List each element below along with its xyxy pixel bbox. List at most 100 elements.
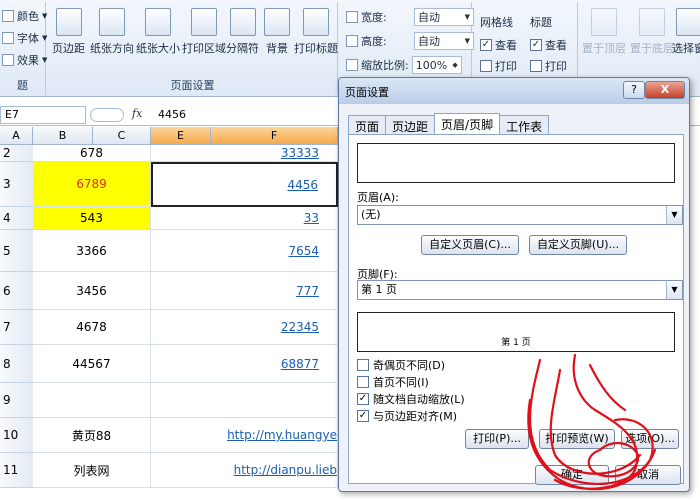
cell-b[interactable]: 6789 [33,162,151,207]
themes-group: 颜色 ▼ 字体 ▼ 效果 ▼ 题 [0,2,47,95]
print-preview-button[interactable]: 打印预览(W) [539,429,615,449]
gridlines-view-checkbox[interactable]: ✓ 查看 [480,37,517,53]
close-button[interactable]: X [645,81,685,99]
row-header[interactable]: 6 [0,272,33,310]
cell-link[interactable]: 33 [151,207,338,230]
option-checkbox[interactable]: ✓ 与页边距对齐(M) [357,408,457,424]
row-header[interactable]: 7 [0,310,33,345]
header-preview [357,143,675,183]
cell-b[interactable]: 678 [33,145,151,162]
column-header-f[interactable]: F [211,127,338,145]
header-dropdown[interactable]: (无) ▼ [357,205,683,225]
fx-icon[interactable]: fx [132,107,142,120]
custom-header-button[interactable]: 自定义页眉(C)... [421,235,519,255]
send-backward-button[interactable]: 置于底层 [630,8,674,56]
column-header-b[interactable]: B [33,127,93,145]
background-icon [264,8,290,36]
print-area-icon [191,8,217,36]
cell-link[interactable]: 7654 [151,230,338,272]
hyperlink[interactable]: 68877 [281,357,319,371]
check-icon: ✓ [357,393,369,405]
tab-margins[interactable]: 页边距 [385,115,436,134]
cell-link[interactable]: 22345 [151,310,338,345]
option-checkbox[interactable]: 首页不同(I) [357,374,429,390]
selection-pane-button[interactable]: 选择窗 [672,8,700,56]
row-header[interactable]: 11 [0,453,33,488]
cell-b[interactable]: 黄页88 [33,418,151,453]
hyperlink[interactable]: 4456 [287,178,318,192]
cell-b[interactable]: 列表网 [33,453,151,488]
row-header[interactable]: 10 [0,418,33,453]
print-button[interactable]: 打印(P)... [465,429,529,449]
checkbox-box [357,376,369,388]
height-dropdown[interactable]: 自动 ▼ [414,32,474,50]
cell-link[interactable]: 777 [151,272,338,310]
breaks-button[interactable]: 分隔符 [226,8,259,56]
row-header[interactable]: 9 [0,383,33,418]
footer-dropdown[interactable]: 第 1 页 ▼ [357,280,683,300]
tab-header-footer[interactable]: 页眉/页脚 [434,113,501,134]
cell-link[interactable]: 33333 [151,145,338,162]
print-area-button[interactable]: 打印区域 [182,8,226,56]
cell-b[interactable]: 4678 [33,310,151,345]
send-backward-icon [639,8,665,36]
effects-button[interactable]: 效果 ▼ [2,52,47,68]
tab-page[interactable]: 页面 [348,115,387,134]
cell-b[interactable]: 3456 [33,272,151,310]
cell-link[interactable]: 4456 [151,162,338,207]
cell-link[interactable]: http://my.huangye [151,418,338,453]
tab-sheet[interactable]: 工作表 [499,115,550,134]
fonts-button[interactable]: 字体 ▼ [2,30,47,46]
width-dropdown[interactable]: 自动 ▼ [414,8,474,26]
row-header[interactable]: 8 [0,345,33,383]
row-header[interactable]: 3 [0,162,33,207]
check-icon: ✓ [480,39,492,51]
effects-icon [2,54,14,66]
hyperlink[interactable]: 777 [296,284,319,298]
row-header[interactable]: 4 [0,207,33,230]
background-button[interactable]: 背景 [264,8,290,56]
custom-footer-button[interactable]: 自定义页脚(U)... [529,235,627,255]
orientation-button[interactable]: 纸张方向 [90,8,134,56]
cancel-button[interactable]: 取消 [615,465,681,485]
size-button[interactable]: 纸张大小 [136,8,180,56]
cell-link[interactable]: 68877 [151,345,338,383]
hyperlink[interactable]: 33333 [281,146,319,160]
hyperlink[interactable]: http://my.huangye [227,428,337,442]
hyperlink[interactable]: 22345 [281,320,319,334]
hyperlink[interactable]: 33 [304,211,319,225]
cell-link[interactable]: http://dianpu.lieb [151,453,338,488]
check-icon: ✓ [530,39,542,51]
cell-b[interactable]: 3366 [33,230,151,272]
name-box[interactable]: E7 [0,106,86,124]
options-button[interactable]: 选项(O)... [621,429,679,449]
option-checkbox[interactable]: 奇偶页不同(D) [357,357,445,373]
option-checkbox[interactable]: ✓ 随文档自动缩放(L) [357,391,465,407]
headings-print-checkbox[interactable]: 打印 [530,58,567,74]
formula-bar-expand-handle[interactable] [90,108,124,122]
ok-button[interactable]: 确定 [535,465,609,485]
column-header-c[interactable]: C [93,127,151,145]
row-header[interactable]: 5 [0,230,33,272]
hyperlink[interactable]: http://dianpu.lieb [234,463,337,477]
colors-button[interactable]: 颜色 ▼ [2,8,47,24]
width-row: 宽度: 自动 ▼ [346,8,474,26]
cell-b[interactable]: 44567 [33,345,151,383]
column-header-e[interactable]: E [151,127,211,145]
margins-button[interactable]: 页边距 [52,8,85,56]
column-header-a[interactable]: A [0,127,33,145]
bring-forward-button[interactable]: 置于顶层 [582,8,626,56]
scale-spinner[interactable]: 100% ◆ [411,56,462,74]
header-label: 页眉(A): [357,191,399,204]
gridlines-print-checkbox[interactable]: 打印 [480,58,517,74]
print-titles-button[interactable]: 打印标题 [294,8,338,56]
footer-preview-text: 第 1 页 [501,338,531,348]
hyperlink[interactable]: 7654 [288,244,319,258]
cell-link[interactable] [151,383,338,418]
row-header[interactable]: 2 [0,145,33,162]
cell-b[interactable]: 543 [33,207,151,230]
formula-input[interactable]: 4456 [158,108,186,121]
help-button[interactable]: ? [623,81,645,99]
cell-b[interactable] [33,383,151,418]
headings-view-checkbox[interactable]: ✓ 查看 [530,37,567,53]
